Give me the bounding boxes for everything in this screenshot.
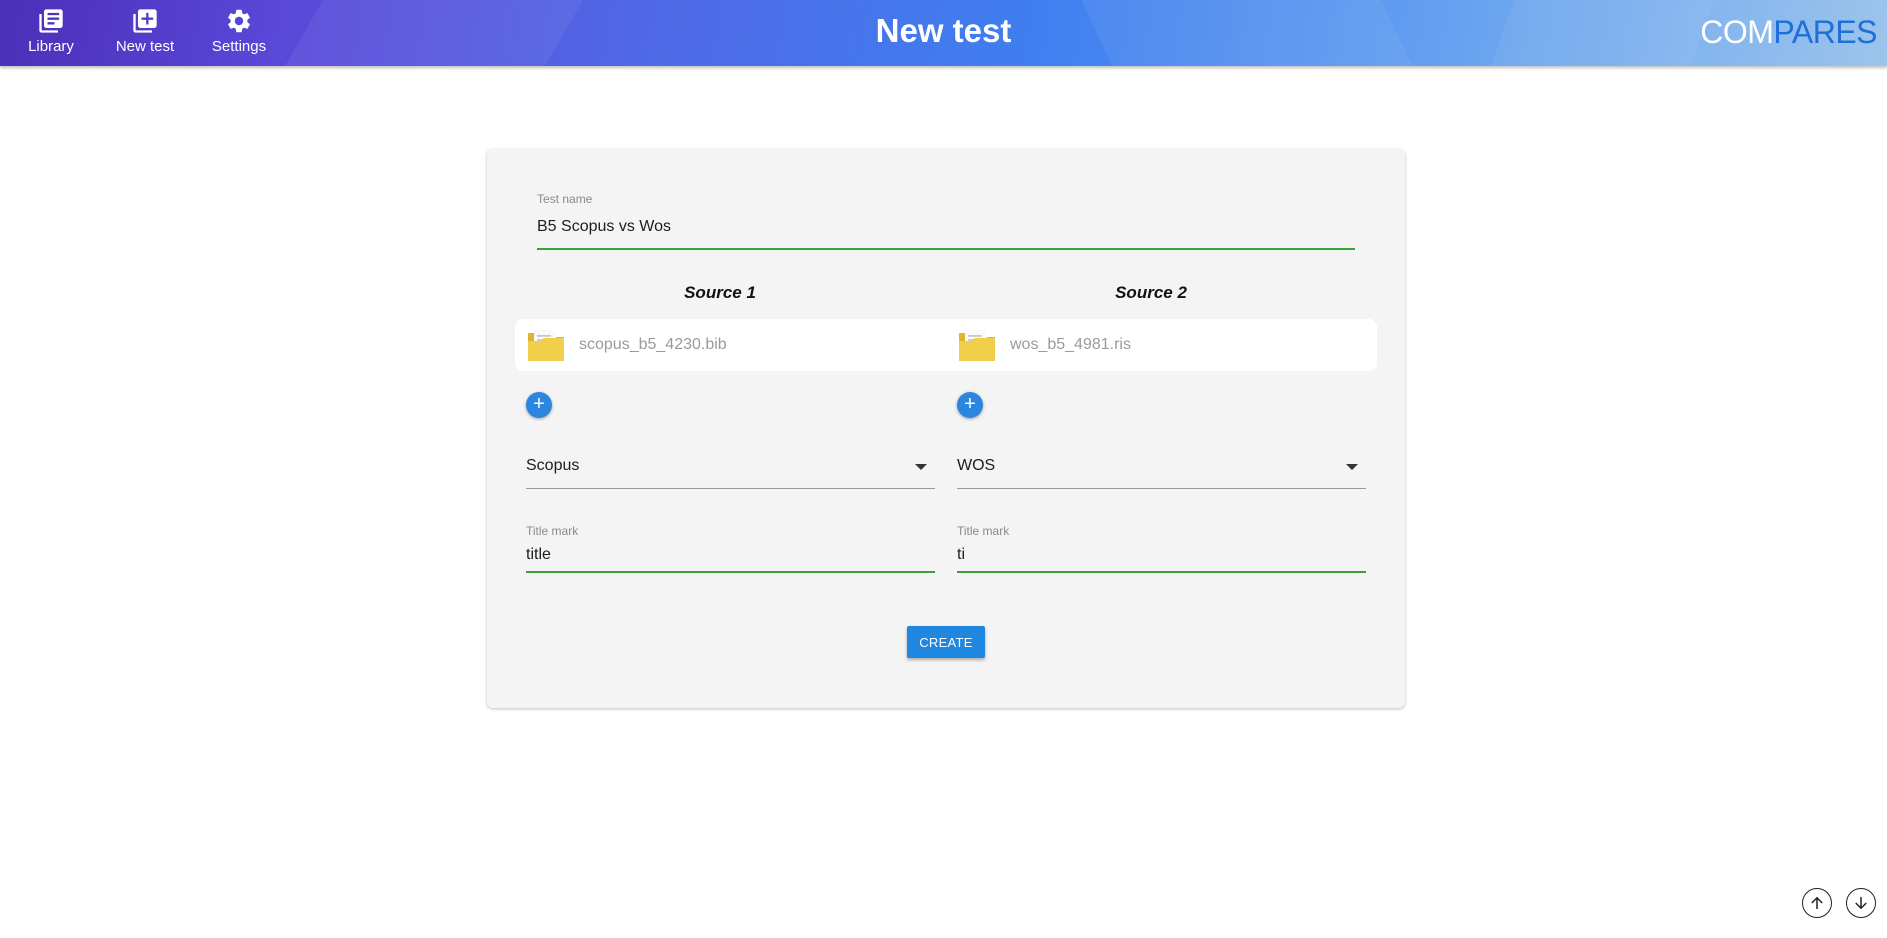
create-button[interactable]: CREATE	[907, 626, 985, 658]
test-name-input[interactable]: B5 Scopus vs Wos	[537, 218, 671, 236]
source-1-file[interactable]: scopus_b5_4230.bib	[515, 319, 935, 371]
source-1-heading: Source 1	[684, 283, 756, 302]
folder-icon	[959, 330, 995, 361]
source-2-add-file-button[interactable]: +	[957, 392, 983, 418]
library-icon	[39, 9, 63, 33]
source-2-filename: wos_b5_4981.ris	[1010, 336, 1131, 353]
source-2-title-mark-field[interactable]: Title mark ti	[957, 524, 1366, 574]
source-2-file[interactable]: wos_b5_4981.ris	[946, 319, 1366, 371]
plus-icon: +	[533, 393, 545, 415]
source-1-database-value: Scopus	[526, 457, 580, 474]
test-name-underline	[537, 248, 1355, 250]
caret-down-icon	[915, 464, 927, 470]
header-decoration	[1485, 0, 1715, 66]
source-files-panel: scopus_b5_4230.bib wos_b5_4981.ris	[515, 319, 1377, 371]
source-1-database-select[interactable]: Scopus	[526, 449, 935, 489]
caret-down-icon	[1346, 464, 1358, 470]
app-header: Library New test Settings New test COMPA…	[0, 0, 1887, 66]
nav-settings-label: Settings	[211, 38, 267, 55]
arrow-up-icon	[1811, 896, 1823, 909]
header-decoration	[1076, 0, 1424, 66]
brand-logo-part2: PARES	[1773, 14, 1877, 50]
nav-new-test[interactable]: New test	[110, 0, 180, 55]
source-2-title-mark-input[interactable]: ti	[957, 546, 965, 564]
source-2-title-mark-underline	[957, 571, 1366, 573]
header-decoration	[265, 0, 595, 66]
plus-icon: +	[964, 393, 976, 415]
folder-icon	[528, 330, 564, 361]
source-1-title-mark-label: Title mark	[526, 524, 579, 538]
source-2-database-value: WOS	[957, 457, 996, 474]
scroll-down-button[interactable]	[1846, 888, 1876, 918]
source-2-heading: Source 2	[1115, 283, 1187, 302]
arrow-down-icon	[1855, 897, 1867, 910]
nav-library[interactable]: Library	[24, 0, 78, 55]
new-test-form: Test name B5 Scopus vs Wos Source 1 Sour…	[487, 149, 1405, 708]
brand-logo: COMPARES	[1700, 14, 1877, 51]
source-1-filename: scopus_b5_4230.bib	[579, 336, 727, 353]
source-1-add-file-button[interactable]: +	[526, 392, 552, 418]
source-1-title-mark-underline	[526, 571, 935, 573]
source-2-title-mark-label: Title mark	[957, 524, 1010, 538]
source-1-title-mark-field[interactable]: Title mark title	[526, 524, 935, 574]
source-2-database-select[interactable]: WOS	[957, 449, 1366, 489]
brand-logo-part1: COM	[1700, 14, 1774, 50]
scroll-up-button[interactable]	[1802, 888, 1832, 918]
nav-new-test-label: New test	[115, 38, 175, 55]
nav-library-label: Library	[28, 38, 74, 55]
gear-icon	[228, 9, 250, 33]
test-name-label: Test name	[537, 192, 593, 206]
nav-settings[interactable]: Settings	[208, 0, 270, 55]
add-box-icon	[133, 9, 157, 33]
source-1-title-mark-input[interactable]: title	[526, 546, 551, 564]
